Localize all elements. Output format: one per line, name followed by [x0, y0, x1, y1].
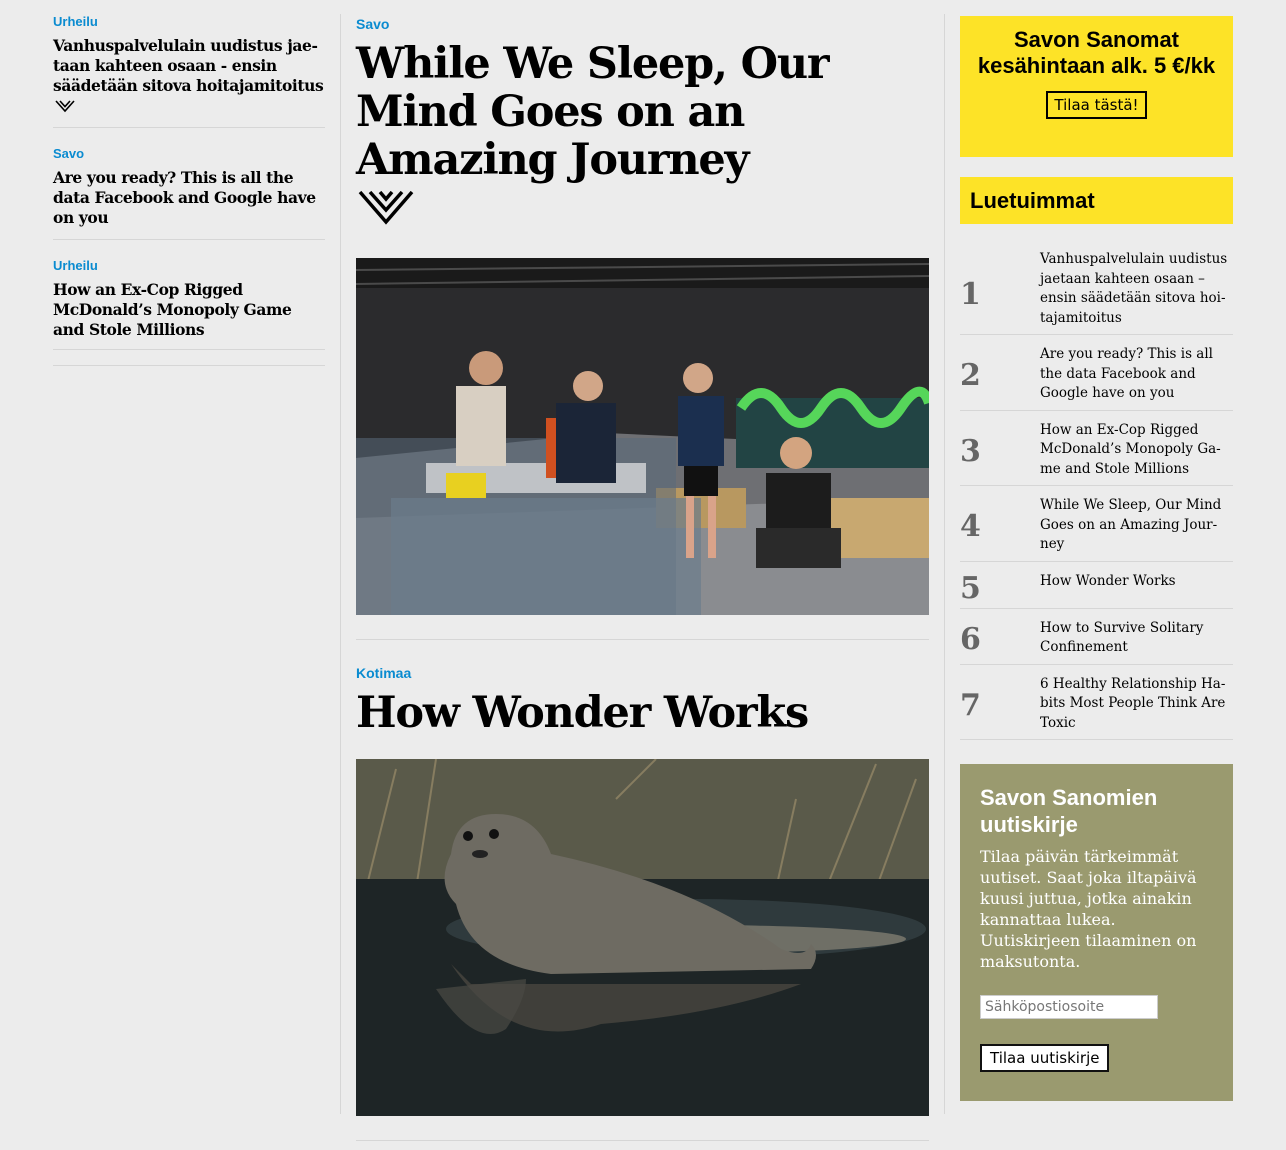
newsletter-title: Savon Sanomien uutiskirje: [980, 785, 1158, 837]
main-article[interactable]: Kotimaa How Wonder Works: [356, 663, 929, 1116]
most-read-item[interactable]: 7 6 Healthy Relationship Ha­bits Most Pe…: [960, 665, 1233, 740]
rank-number: 1: [960, 277, 981, 312]
most-read-title[interactable]: Are you ready? This is all the data Face…: [1040, 346, 1213, 401]
most-read-item[interactable]: 2 Are you ready? This is all the data Fa…: [960, 335, 1233, 411]
article-title[interactable]: Are you ready? This is all the data Face…: [53, 168, 325, 228]
premium-chevron-icon: [358, 190, 414, 225]
most-read-title[interactable]: How to Survive Solitary Confinement: [1040, 620, 1203, 656]
article-headline[interactable]: While We Sleep, Our Mind Goes on an Amaz…: [356, 40, 929, 184]
email-field[interactable]: [980, 995, 1158, 1019]
newsletter-description: Tilaa päivän tärkeimmät uutiset. Saat jo…: [980, 847, 1197, 971]
rank-number: 2: [960, 358, 981, 394]
category-label[interactable]: Savo: [53, 146, 325, 162]
most-read-title[interactable]: How an Ex-Cop Rigged McDonald’s Monopoly…: [1040, 422, 1221, 477]
most-read-heading: Luetuimmat: [960, 177, 1233, 224]
subscription-promo: Savon Sanomat kesähintaan alk. 5 €/kk Til…: [960, 16, 1233, 157]
rank-number: 5: [960, 570, 981, 606]
page: Urheilu Vanhuspalvelulain uudistus jae­t…: [0, 0, 1286, 1150]
divider: [356, 639, 929, 640]
article-title[interactable]: Vanhuspalvelulain uudistus jae­taan kaht…: [53, 36, 325, 116]
subscribe-button[interactable]: Tilaa tästä!: [1046, 91, 1147, 119]
most-read-title[interactable]: While We Sleep, Our Mind Goes on an Amaz…: [1040, 497, 1221, 552]
main-news-column: Savo While We Sleep, Our Mind Goes on an…: [356, 14, 929, 1141]
seal-on-rock-photo[interactable]: [356, 759, 929, 1116]
category-label[interactable]: Kotimaa: [356, 663, 929, 683]
most-read-item[interactable]: 3 How an Ex-Cop Rigged McDonald’s Monopo…: [960, 411, 1233, 486]
premium-chevron-icon: [55, 100, 75, 113]
promo-title: Savon Sanomat kesähintaan alk. 5 €/kk: [977, 27, 1216, 78]
category-label[interactable]: Urheilu: [53, 14, 325, 30]
rank-number: 3: [960, 433, 981, 469]
article-headline[interactable]: How Wonder Works: [356, 689, 929, 737]
rank-number: 6: [960, 622, 981, 657]
rank-number: 4: [960, 509, 981, 545]
left-news-column: Urheilu Vanhuspalvelulain uudistus jae­t…: [53, 14, 325, 366]
workers-in-hall-photo[interactable]: [356, 258, 929, 615]
divider: [53, 349, 325, 350]
newsletter-signup: Savon Sanomien uutiskirje Tilaa päivän t…: [960, 764, 1233, 1101]
most-read-title[interactable]: Vanhuspalvelulain uudistus jaetaan kahte…: [1040, 251, 1227, 326]
column-divider: [944, 14, 945, 1114]
most-read-item[interactable]: 6 How to Survive Solitary Confinement: [960, 609, 1233, 665]
main-article[interactable]: Savo While We Sleep, Our Mind Goes on an…: [356, 14, 929, 615]
divider: [356, 1140, 929, 1141]
column-divider: [340, 14, 341, 1114]
left-news-item[interactable]: Urheilu Vanhuspalvelulain uudistus jae­t…: [53, 14, 325, 128]
most-read-item[interactable]: 1 Vanhuspalvelulain uudistus jaetaan kah…: [960, 248, 1233, 335]
rank-number: 7: [960, 687, 981, 723]
right-sidebar: Savon Sanomat kesähintaan alk. 5 €/kk Til…: [960, 16, 1233, 1101]
most-read-title[interactable]: How Wonder Works: [1040, 573, 1176, 589]
most-read-list: 1 Vanhuspalvelulain uudistus jaetaan kah…: [960, 248, 1233, 740]
most-read-item[interactable]: 4 While We Sleep, Our Mind Goes on an Am…: [960, 486, 1233, 562]
most-read-title[interactable]: 6 Healthy Relationship Ha­bits Most Peop…: [1040, 676, 1225, 731]
most-read-item[interactable]: 5 How Wonder Works: [960, 562, 1233, 609]
newsletter-subscribe-button[interactable]: Tilaa uutiskirje: [980, 1044, 1110, 1072]
article-title[interactable]: How an Ex-Cop Rigged McDonald’s Monopoly…: [53, 280, 325, 340]
category-label[interactable]: Savo: [356, 14, 929, 34]
left-news-item[interactable]: Savo Are you ready? This is all the data…: [53, 146, 325, 240]
category-label[interactable]: Urheilu: [53, 258, 325, 274]
